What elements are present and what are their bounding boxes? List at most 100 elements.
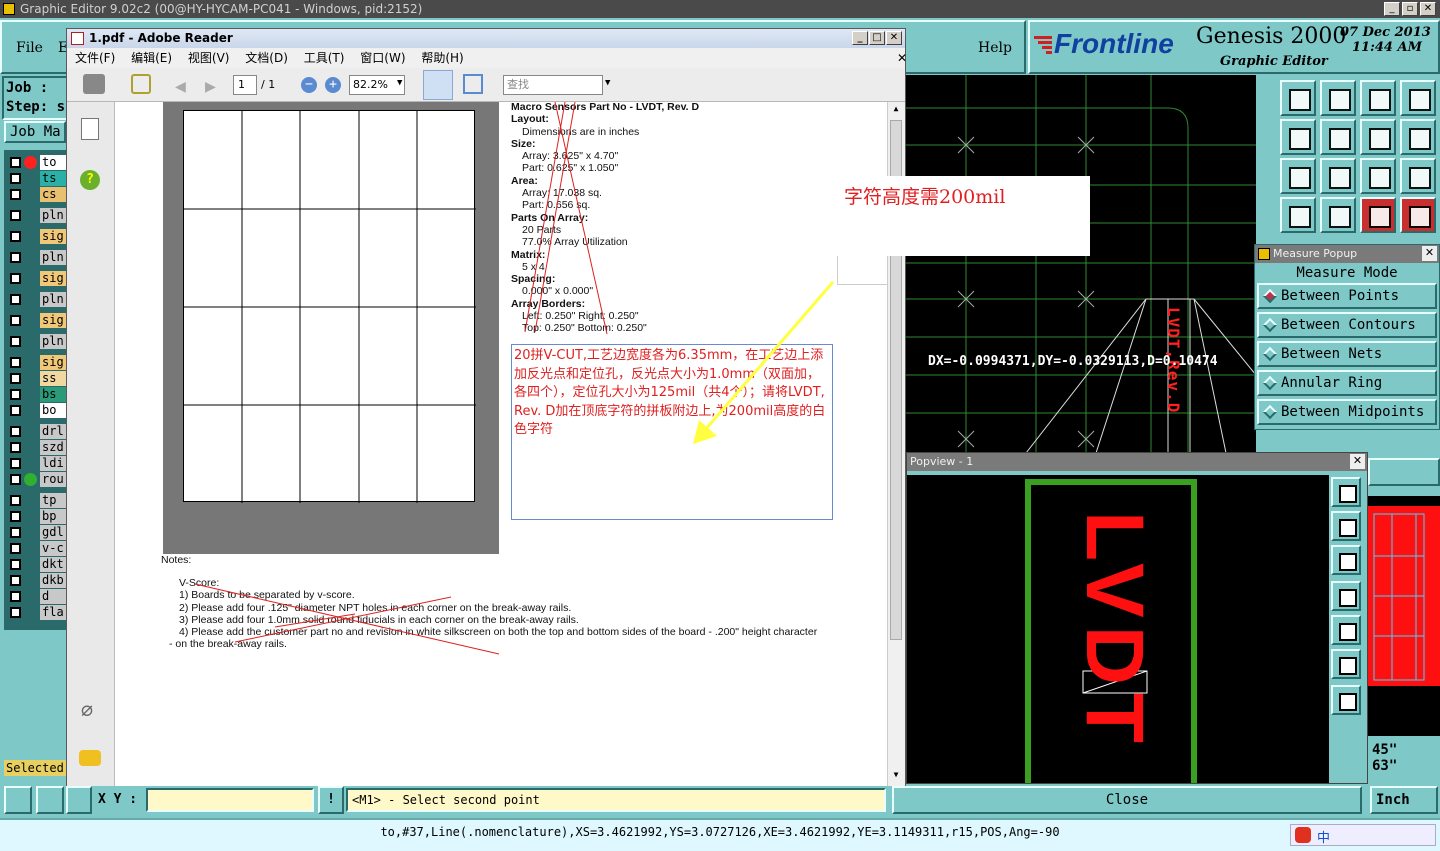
- layer-checkbox[interactable]: [10, 357, 21, 368]
- layer-checkbox[interactable]: [10, 495, 21, 506]
- layer-row[interactable]: ldi: [8, 456, 66, 471]
- reader-maximize-button[interactable]: □: [869, 31, 885, 45]
- layer-row[interactable]: v-c: [8, 541, 66, 556]
- pv-pan-left-icon[interactable]: [1331, 581, 1361, 611]
- pan-up-icon[interactable]: [1280, 80, 1316, 116]
- layer-row[interactable]: bo: [8, 403, 66, 418]
- pv-pan-right-icon[interactable]: [1331, 615, 1361, 645]
- layer-checkbox[interactable]: [10, 210, 21, 221]
- maximize-button[interactable]: ▫: [1402, 2, 1418, 16]
- print-icon[interactable]: [83, 74, 105, 94]
- layer-checkbox[interactable]: [10, 373, 21, 384]
- zoom-fit-icon[interactable]: [1280, 158, 1316, 194]
- layer-row[interactable]: sig: [8, 271, 66, 286]
- pan-left-icon[interactable]: [1280, 119, 1316, 155]
- reader-menu-tools[interactable]: 工具(T): [304, 51, 345, 65]
- zoom-out-icon[interactable]: −: [301, 77, 317, 93]
- layer-checkbox[interactable]: [10, 442, 21, 453]
- measure-option[interactable]: Between Contours: [1257, 312, 1437, 338]
- layer-row[interactable]: dkb: [8, 573, 66, 588]
- layer-row[interactable]: pln: [8, 292, 66, 307]
- measure-ruler-icon[interactable]: [1280, 197, 1316, 233]
- layer-row[interactable]: sig: [8, 229, 66, 244]
- reader-doc-close-icon[interactable]: ✕: [897, 48, 907, 68]
- layer-checkbox[interactable]: [10, 458, 21, 469]
- reader-minimize-button[interactable]: _: [852, 31, 868, 45]
- layer-row[interactable]: fla: [8, 605, 66, 620]
- sign-icon[interactable]: [131, 74, 151, 94]
- popview-close-icon[interactable]: ✕: [1350, 454, 1365, 469]
- fit-width-icon[interactable]: [463, 74, 483, 94]
- pv-pan-up-icon[interactable]: [1331, 511, 1361, 541]
- bottom-tool-2-icon[interactable]: [36, 786, 64, 814]
- layer-row[interactable]: rou: [8, 472, 66, 487]
- unit-select[interactable]: Inch: [1370, 786, 1438, 814]
- menu-help[interactable]: Help: [978, 40, 1012, 56]
- layer-checkbox[interactable]: [10, 575, 21, 586]
- layer-checkbox[interactable]: [10, 315, 21, 326]
- layer-row[interactable]: to: [8, 155, 66, 170]
- reader-menu-file[interactable]: 文件(F): [75, 51, 115, 65]
- zoom-back-icon[interactable]: [1360, 119, 1396, 155]
- query-icon[interactable]: [1400, 158, 1436, 194]
- xy-input[interactable]: [146, 788, 314, 812]
- measure-option[interactable]: Between Midpoints: [1257, 399, 1437, 425]
- layer-row[interactable]: bs: [8, 387, 66, 402]
- layer-row[interactable]: sig: [8, 355, 66, 370]
- ime-toolbar[interactable]: 中: [1290, 824, 1436, 846]
- reader-menu-view[interactable]: 视图(V): [188, 51, 230, 65]
- measure-option[interactable]: Between Points: [1257, 283, 1437, 309]
- layer-checkbox[interactable]: [10, 559, 21, 570]
- help-icon[interactable]: ?: [80, 170, 100, 190]
- scroll-down-icon[interactable]: ▼: [890, 770, 902, 782]
- layer-checkbox[interactable]: [10, 543, 21, 554]
- layer-checkbox[interactable]: [10, 511, 21, 522]
- pv-zoom-out-icon[interactable]: [1331, 649, 1361, 679]
- layer-row[interactable]: pln: [8, 208, 66, 223]
- reader-menu-help[interactable]: 帮助(H): [421, 51, 463, 65]
- scale-1-2-icon[interactable]: [1360, 158, 1396, 194]
- split-view-icon[interactable]: [1400, 80, 1436, 116]
- layer-checkbox[interactable]: [10, 189, 21, 200]
- layer-checkbox[interactable]: [10, 426, 21, 437]
- warning-icon[interactable]: !: [318, 786, 344, 814]
- layer-row[interactable]: d: [8, 589, 66, 604]
- reader-menu-document[interactable]: 文档(D): [245, 51, 288, 65]
- layer-row[interactable]: drl: [8, 424, 66, 439]
- menu-file[interactable]: File: [16, 40, 43, 56]
- prev-page-icon[interactable]: ◀: [175, 76, 186, 97]
- comments-icon[interactable]: [79, 750, 101, 766]
- pdf-document[interactable]: Macro Sensors Part No - LVDT, Rev. D Layo…: [115, 102, 887, 786]
- layer-checkbox[interactable]: [10, 527, 21, 538]
- net-select-icon[interactable]: [1400, 197, 1436, 233]
- attachments-icon[interactable]: ⌀: [81, 698, 93, 722]
- layer-row[interactable]: cs: [8, 187, 66, 202]
- pv-zoom-in-icon[interactable]: [1331, 685, 1361, 715]
- ime-mode-label[interactable]: 中: [1317, 827, 1330, 846]
- layer-row[interactable]: sig: [8, 313, 66, 328]
- measure-option[interactable]: Between Nets: [1257, 341, 1437, 367]
- zoom-in-icon[interactable]: +: [325, 77, 341, 93]
- snap-icon[interactable]: [1320, 197, 1356, 233]
- layer-checkbox[interactable]: [10, 607, 21, 618]
- popview-close-button[interactable]: Close: [892, 786, 1362, 814]
- search-input[interactable]: 查找: [503, 75, 603, 95]
- layer-row[interactable]: ss: [8, 371, 66, 386]
- reader-menu-window[interactable]: 窗口(W): [360, 51, 405, 65]
- pv-pan-down-icon[interactable]: [1331, 545, 1361, 575]
- zoom-center-icon[interactable]: [1320, 158, 1356, 194]
- bottom-tool-1-icon[interactable]: [4, 786, 32, 814]
- layer-row[interactable]: dkt: [8, 557, 66, 572]
- layer-row[interactable]: bp: [8, 509, 66, 524]
- fit-page-icon[interactable]: [423, 70, 453, 100]
- layer-row[interactable]: szd: [8, 440, 66, 455]
- zoom-dropdown-icon[interactable]: ▼: [397, 78, 402, 88]
- reader-close-button[interactable]: ✕: [886, 31, 902, 45]
- layer-checkbox[interactable]: [10, 389, 21, 400]
- layer-checkbox[interactable]: [10, 273, 21, 284]
- layer-checkbox[interactable]: [10, 336, 21, 347]
- layer-checkbox[interactable]: [10, 231, 21, 242]
- layer-row[interactable]: ts: [8, 171, 66, 186]
- net-highlight-icon[interactable]: [1360, 197, 1396, 233]
- popview-canvas[interactable]: LVDT: [907, 475, 1329, 783]
